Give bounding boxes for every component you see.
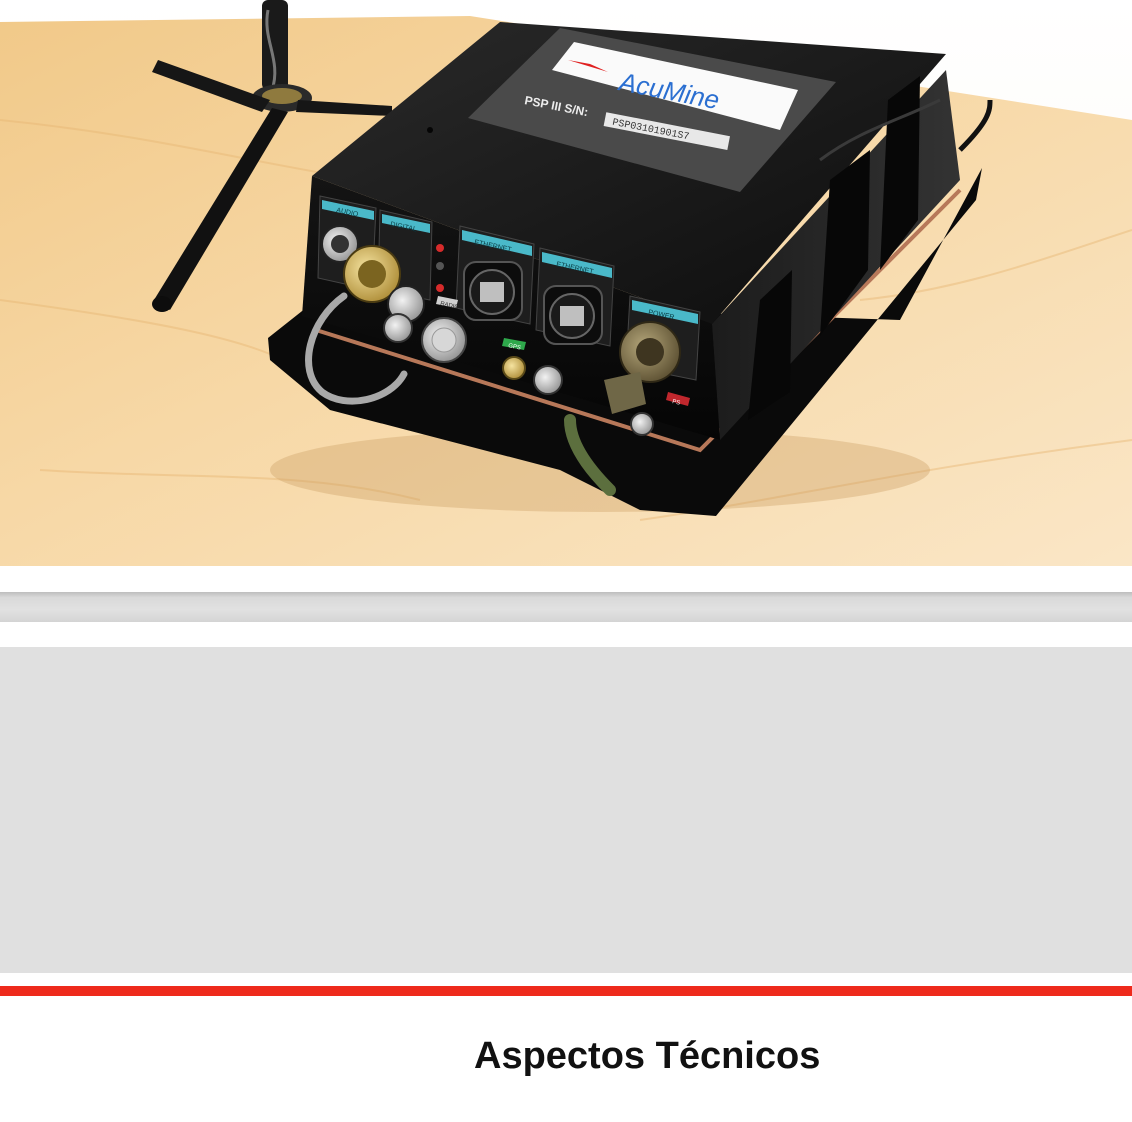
red-accent-line <box>0 986 1132 996</box>
gray-divider-band <box>0 592 1132 622</box>
gray-panel <box>0 647 1132 973</box>
page-title: Aspectos Técnicos <box>474 1035 821 1077</box>
cover-photo: AcuMine PSP III S/N: PSP03101901S7 AUDIO… <box>0 0 1132 566</box>
